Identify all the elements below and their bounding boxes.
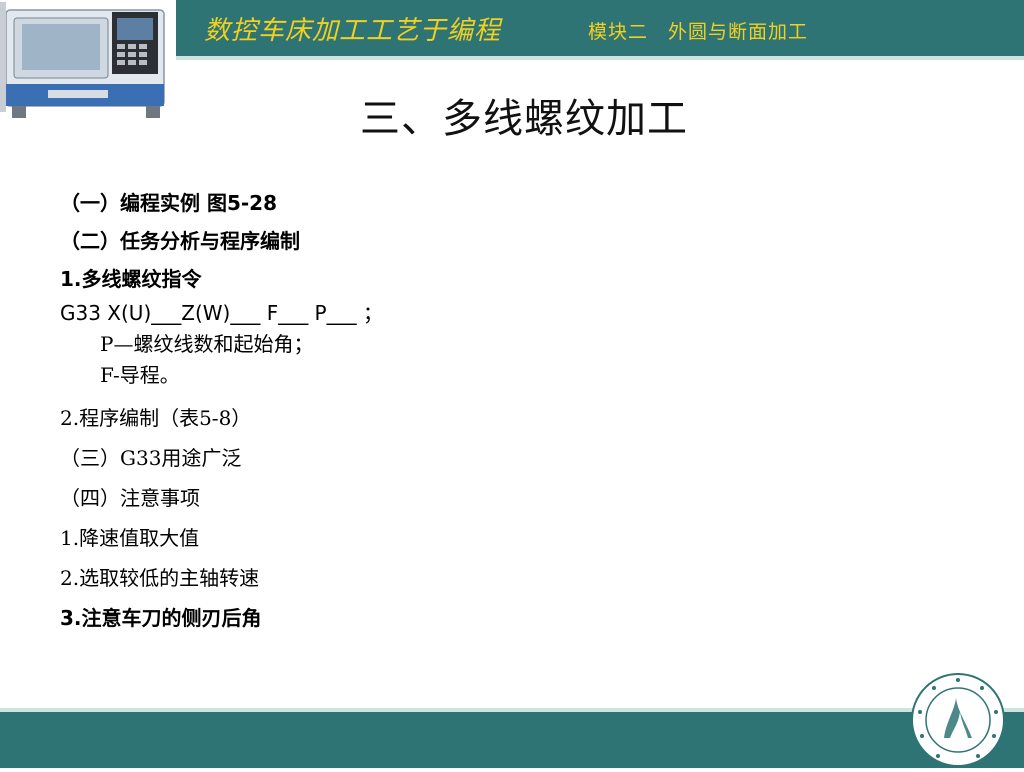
footer-divider [0,708,1024,712]
module-title: 模块二 外圆与断面加工 [588,21,809,43]
university-logo [910,672,1006,768]
list-item: （一）编程实例 图5-28 [60,191,278,215]
list-item: （二）任务分析与程序编制 [60,229,300,253]
cnc-lathe-illustration [0,0,176,124]
list-item: P—螺纹线数和起始角； [100,332,314,356]
course-title: 数控车床加工工艺于编程 [204,16,502,46]
footer-band [0,708,1024,768]
slide-title: 三、多线螺纹加工 [360,96,688,142]
list-item: 2.选取较低的主轴转速 [60,566,260,590]
list-item: 1.降速值取大值 [60,526,200,550]
list-item: （四）注意事项 [60,486,200,510]
content-list: （一）编程实例 图5-28 （二）任务分析与程序编制 1.多线螺纹指令 G33 … [60,184,680,637]
list-item: （三）G33用途广泛 [60,446,242,470]
list-item: 2.程序编制（表5-8） [60,406,252,430]
list-item: 3.注意车刀的侧刃后角 [60,606,262,630]
list-item: 1.多线螺纹指令 [60,267,202,291]
list-item: G33 X(U)___Z(W)___ F___ P___ ； [60,301,383,325]
list-item: F-导程。 [100,363,180,387]
